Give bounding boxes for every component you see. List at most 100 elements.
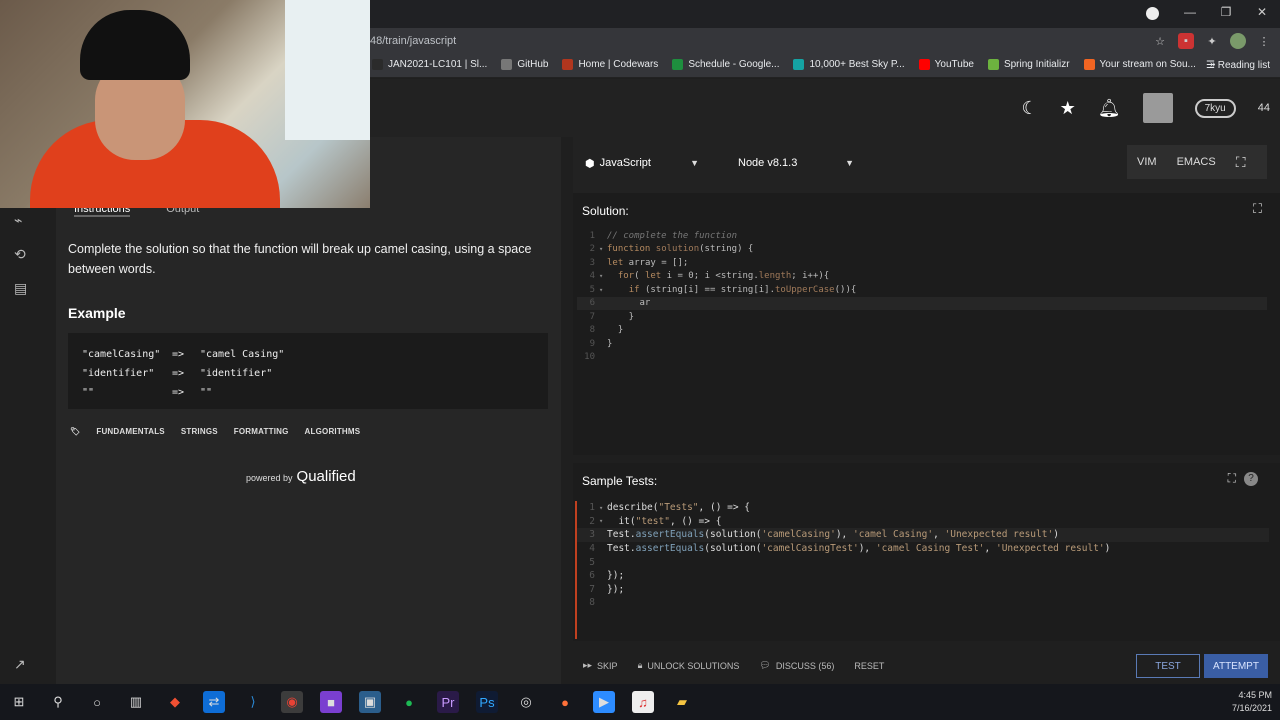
code-line[interactable]: 7}); bbox=[577, 583, 1269, 597]
maximize-icon[interactable]: ❐ bbox=[1208, 0, 1244, 24]
code-line[interactable]: 8 } bbox=[577, 324, 1267, 338]
bell-icon[interactable]: 🔔︎ bbox=[1098, 98, 1121, 119]
code-line[interactable]: 6}); bbox=[577, 569, 1269, 583]
profile-icon[interactable] bbox=[1146, 7, 1159, 20]
close-icon[interactable]: ✕ bbox=[1244, 0, 1280, 24]
premiere-icon[interactable]: Pr bbox=[437, 691, 459, 713]
url-text[interactable]: 48/train/javascript bbox=[370, 35, 456, 47]
powered-by[interactable]: powered by Qualified bbox=[246, 468, 356, 485]
line-number: 7 bbox=[589, 311, 595, 322]
code-line[interactable]: 1 // complete the function bbox=[577, 229, 1267, 243]
editor-toolbar: ⬢ JavaScript ▼ Node v8.1.3 ▼ VIM EMACS ⛶ bbox=[573, 137, 1280, 193]
keymap-toggle: VIM EMACS ⛶ bbox=[1127, 145, 1267, 179]
line-number: 8 bbox=[589, 597, 595, 609]
code-line[interactable]: 7 } bbox=[577, 310, 1267, 324]
tag-item[interactable]: FUNDAMENTALS bbox=[96, 427, 164, 436]
code-line[interactable]: 2 ▾ it("test", () => { bbox=[577, 515, 1269, 529]
code-line[interactable]: 5 ▾ if (string[i] == string[i].toUpperCas… bbox=[577, 283, 1267, 297]
test-button[interactable]: TEST bbox=[1136, 654, 1200, 678]
bookmark-item[interactable]: GitHub bbox=[501, 59, 548, 70]
itunes-icon[interactable]: ♫ bbox=[632, 691, 654, 713]
bookmark-item[interactable]: Spring Initializr bbox=[987, 59, 1070, 70]
code-line[interactable]: 10 bbox=[577, 351, 1267, 365]
tag-item[interactable]: STRINGS bbox=[181, 427, 218, 436]
code-line[interactable]: 5 bbox=[577, 555, 1269, 569]
teamviewer-icon[interactable]: ⇄ bbox=[203, 691, 225, 713]
avatar-icon[interactable] bbox=[1230, 33, 1246, 49]
task-view-icon[interactable]: ▥ bbox=[125, 691, 147, 713]
reading-list[interactable]: ☰ Reading list bbox=[1206, 60, 1270, 71]
trend-icon[interactable]: ↗ bbox=[14, 656, 26, 673]
bookmark-item[interactable]: YouTube bbox=[918, 59, 974, 70]
chat-icon[interactable]: ▤ bbox=[14, 280, 27, 297]
line-number: 1 bbox=[589, 230, 595, 241]
code-line[interactable]: 3 Test.assertEquals(solution('camelCasing… bbox=[577, 528, 1269, 542]
bookmark-item[interactable]: Your stream on Sou... bbox=[1083, 59, 1196, 70]
bookmark-item[interactable]: JAN2021-LC101 | Sl... bbox=[372, 59, 487, 70]
code-text: for( let i = 0; i <string.length; i++){ bbox=[617, 271, 830, 282]
spotify-icon[interactable]: ● bbox=[398, 691, 420, 713]
app-icon[interactable]: ▣ bbox=[359, 691, 381, 713]
skip-button[interactable]: ▸▸ SKIP bbox=[583, 660, 618, 671]
solution-editor[interactable]: 1// complete the function 2 ▾ function solu… bbox=[577, 229, 1267, 449]
help-icon[interactable]: ? bbox=[1244, 472, 1258, 486]
intellij-icon[interactable]: ■ bbox=[320, 691, 342, 713]
file-explorer-icon[interactable]: ▰ bbox=[671, 691, 693, 713]
tag-item[interactable]: ALGORITHMS bbox=[305, 427, 361, 436]
tag-item[interactable]: FORMATTING bbox=[234, 427, 289, 436]
code-text: }); bbox=[607, 570, 625, 582]
code-line[interactable]: 4 Test.assertEquals(solution('camelCasing… bbox=[577, 542, 1269, 556]
bookmark-item[interactable]: Schedule - Google... bbox=[672, 59, 779, 70]
emacs-button[interactable]: EMACS bbox=[1167, 156, 1226, 168]
bookmark-icon[interactable]: ★ bbox=[1060, 98, 1076, 119]
code-line[interactable]: 8 bbox=[577, 596, 1269, 610]
extension-icon[interactable]: ▪ bbox=[1178, 33, 1194, 49]
firefox-icon[interactable]: ● bbox=[554, 691, 576, 713]
code-line[interactable]: 6 ar bbox=[577, 296, 1267, 310]
bookmark-item[interactable]: 10,000+ Best Sky P... bbox=[793, 59, 905, 70]
code-text: } bbox=[607, 338, 613, 349]
photoshop-icon[interactable]: Ps bbox=[476, 691, 498, 713]
language-select[interactable]: ⬢ JavaScript ▼ bbox=[585, 153, 699, 173]
reset-button[interactable]: RESET bbox=[854, 660, 884, 671]
code-line[interactable]: 4 ▾ for( let i = 0; i <string.length; i++… bbox=[577, 270, 1267, 284]
code-line[interactable]: 3 let array = []; bbox=[577, 256, 1267, 270]
vim-button[interactable]: VIM bbox=[1127, 156, 1167, 168]
menu-icon[interactable]: ⋮ bbox=[1256, 33, 1272, 49]
avatar[interactable] bbox=[1142, 93, 1173, 123]
unlock-solutions-button[interactable]: 🔒︎ UNLOCK SOLUTIONS bbox=[638, 660, 740, 671]
code-text: let array = []; bbox=[607, 257, 689, 268]
fullscreen-icon[interactable]: ⛶ bbox=[1226, 154, 1256, 171]
expand-icon[interactable]: ⛶ bbox=[1253, 201, 1262, 217]
line-number: 6 bbox=[589, 298, 595, 309]
chrome-icon[interactable]: ◉ bbox=[281, 691, 303, 713]
bookmark-favicon-icon bbox=[793, 59, 805, 70]
search-icon[interactable]: ⚲ bbox=[47, 691, 69, 713]
rank-badge[interactable]: 7kyu bbox=[1194, 98, 1236, 118]
star-icon[interactable]: ☆ bbox=[1152, 33, 1168, 49]
obs-icon[interactable]: ◎ bbox=[515, 691, 537, 713]
code-line[interactable]: 1 ▾ describe("Tests", () => { bbox=[577, 501, 1269, 515]
windows-start-icon[interactable]: ⊞ bbox=[8, 691, 30, 713]
cortana-icon[interactable]: ○ bbox=[86, 691, 108, 713]
git-icon[interactable]: ◆ bbox=[164, 691, 186, 713]
skip-icon: ▸▸ bbox=[583, 660, 593, 670]
version-select[interactable]: Node v8.1.3 ▼ bbox=[738, 153, 854, 173]
zoom-icon[interactable]: ▶ bbox=[593, 691, 615, 713]
minimize-icon[interactable]: — bbox=[1172, 0, 1208, 24]
attempt-button[interactable]: ATTEMPT bbox=[1204, 654, 1268, 678]
moon-icon[interactable]: ☾ bbox=[1021, 98, 1037, 119]
vscode-icon[interactable]: ⟩ bbox=[242, 691, 264, 713]
discuss-button[interactable]: 💬︎ DISCUSS (56) bbox=[759, 660, 834, 671]
system-clock[interactable]: 4:45 PM 7/16/2021 bbox=[1232, 689, 1272, 715]
repeat-icon[interactable]: ⟲ bbox=[14, 246, 26, 263]
tests-editor[interactable]: 1 ▾ describe("Tests", () => {2 ▾ it("test",… bbox=[575, 501, 1269, 639]
code-line[interactable]: 9} bbox=[577, 337, 1267, 351]
expand-icon[interactable]: ⛶ bbox=[1228, 471, 1236, 486]
code-line[interactable]: 2 ▾ function solution(string) { bbox=[577, 243, 1267, 257]
code-text: describe("Tests", () => { bbox=[607, 502, 751, 514]
example-row: "camelCasing" => "camel Casing" bbox=[82, 349, 285, 360]
puzzle-icon[interactable]: ✦ bbox=[1204, 33, 1220, 49]
feed-icon[interactable]: ⌁ bbox=[14, 212, 22, 229]
bookmark-item[interactable]: Home | Codewars bbox=[562, 59, 658, 70]
